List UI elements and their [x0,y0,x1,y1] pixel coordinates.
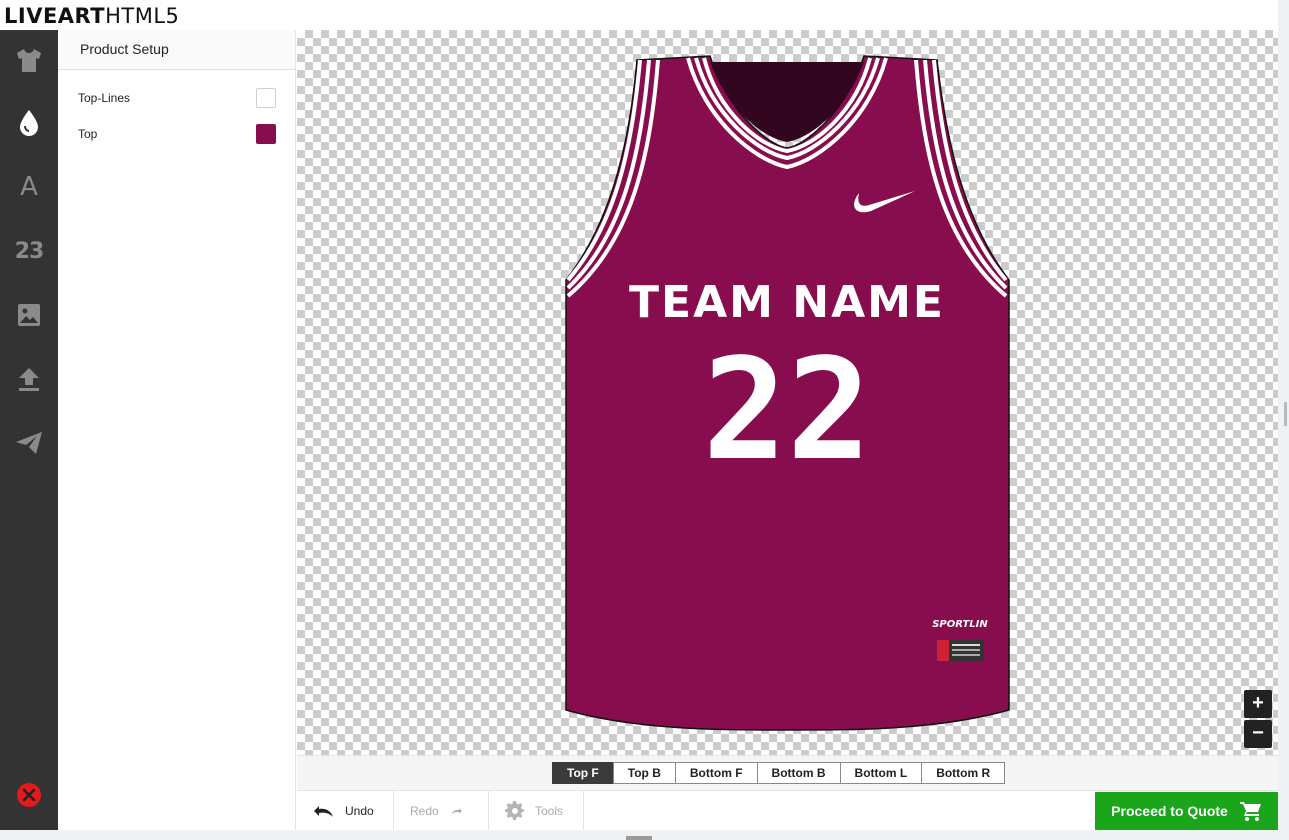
rail-upload-button[interactable] [0,354,58,404]
image-icon [18,304,40,326]
brand-label-text: SPORTLIN [932,619,988,630]
tool-rail: A 23 [0,30,58,830]
design-canvas[interactable]: TEAM NAME 22 SPORTLIN + − [297,30,1278,755]
redo-button[interactable]: Redo [394,791,489,831]
zoom-in-button[interactable]: + [1244,690,1272,718]
brand-logo-thin: HTML5 [105,4,180,28]
numbers-icon: 23 [14,238,45,264]
cart-icon [1239,802,1261,821]
panel-title: Product Setup [58,30,295,70]
app-header: LIVEARTHTML5 [0,0,1280,30]
swatch-label: Top [78,127,98,141]
color-swatch-top-lines[interactable] [256,88,276,108]
brand-logo-bold: LIVEART [4,4,106,28]
product-setup-panel: Product Setup Top-Lines Top [58,30,296,830]
rail-close-button[interactable] [0,770,58,820]
redo-icon [451,808,462,815]
brand-logo: LIVEARTHTML5 [4,3,179,29]
resize-handle[interactable] [1284,402,1287,426]
tab-bottom-l[interactable]: Bottom L [839,762,923,784]
bottom-toolbar: Undo Redo Tools Proceed to Quote [297,790,1278,831]
tab-bottom-b[interactable]: Bottom B [756,762,841,784]
gear-icon [505,801,524,820]
rail-send-button[interactable] [0,418,58,468]
tshirt-icon [17,49,41,72]
view-tabs: Top F Top B Bottom F Bottom B Bottom L B… [552,762,1006,784]
tools-label: Tools [535,804,564,818]
send-icon [16,432,42,454]
rail-colors-button[interactable] [0,98,58,148]
color-drop-icon [20,110,38,136]
rail-numbers-button[interactable]: 23 [0,226,58,276]
close-icon [17,783,41,807]
swatch-row-top-lines[interactable]: Top-Lines [78,86,276,110]
jersey-preview[interactable]: TEAM NAME 22 SPORTLIN [297,30,1278,755]
text-icon: A [20,172,38,202]
view-tabs-bar: Top F Top B Bottom F Bottom B Bottom L B… [297,755,1278,790]
tab-top-b[interactable]: Top B [612,762,676,784]
swatch-label: Top-Lines [78,91,131,105]
zoom-out-button[interactable]: − [1244,720,1272,748]
upload-icon [19,368,39,391]
tab-bottom-r[interactable]: Bottom R [921,762,1006,784]
undo-label: Undo [345,804,374,818]
app-root: LIVEARTHTML5 A 23 Product Setup Top-Line… [0,0,1289,840]
bottom-resize-handle[interactable] [626,836,652,840]
tab-bottom-f[interactable]: Bottom F [674,762,758,784]
tab-top-f[interactable]: Top F [552,762,614,784]
undo-button[interactable]: Undo [297,791,394,831]
tools-button[interactable]: Tools [489,791,584,831]
color-swatch-top[interactable] [256,124,276,144]
proceed-to-quote-button[interactable]: Proceed to Quote [1095,792,1278,830]
redo-label: Redo [410,804,439,818]
rail-text-button[interactable]: A [0,162,58,212]
rail-product-button[interactable] [0,35,58,85]
jersey-number-text[interactable]: 22 [703,329,872,492]
rail-image-button[interactable] [0,290,58,340]
undo-icon [314,806,333,817]
size-tag [937,640,984,661]
quote-label: Proceed to Quote [1111,803,1228,819]
team-name-text[interactable]: TEAM NAME [629,277,945,328]
swatch-row-top[interactable]: Top [78,122,276,146]
